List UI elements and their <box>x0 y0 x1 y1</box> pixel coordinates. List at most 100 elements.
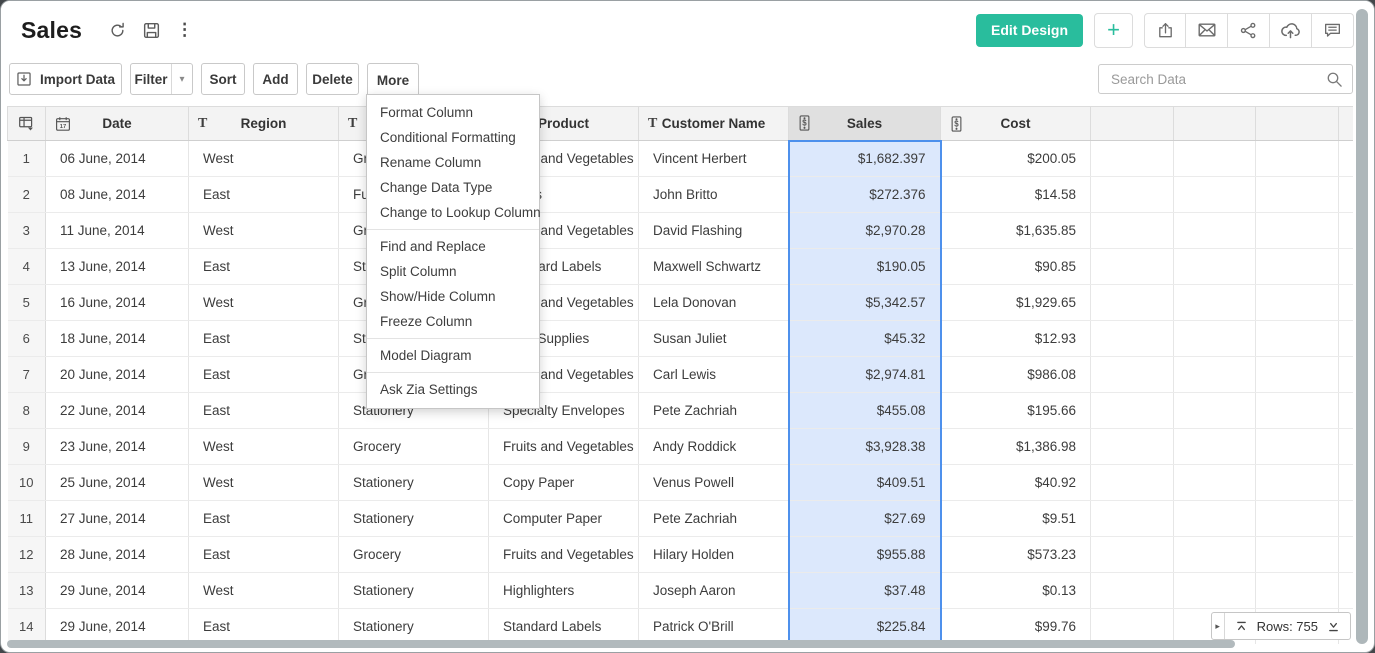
cell-empty-2[interactable] <box>1174 285 1256 321</box>
filter-button[interactable]: Filter <box>131 64 171 94</box>
cell-product[interactable]: Standard Labels <box>489 609 639 645</box>
cell-category[interactable]: Stationery <box>339 573 489 609</box>
menu-item-format-column[interactable]: Format Column <box>367 100 539 125</box>
menu-item-find-and-replace[interactable]: Find and Replace <box>367 234 539 259</box>
cell-region[interactable]: West <box>189 465 339 501</box>
more-options-icon[interactable]: ⋮ <box>176 20 193 40</box>
cell-empty-2[interactable] <box>1174 573 1256 609</box>
cell-region[interactable]: East <box>189 609 339 645</box>
cell-empty-3[interactable] <box>1256 249 1339 285</box>
menu-item-change-to-lookup-column[interactable]: Change to Lookup Column <box>367 200 539 225</box>
row-number[interactable]: 1 <box>8 141 46 177</box>
cell-empty-4[interactable] <box>1339 357 1354 393</box>
export-button[interactable] <box>1144 13 1186 48</box>
cell-customer-name[interactable]: Andy Roddick <box>639 429 789 465</box>
filter-dropdown-caret[interactable]: ▾ <box>171 64 192 94</box>
menu-item-change-data-type[interactable]: Change Data Type <box>367 175 539 200</box>
column-header-region[interactable]: TRegion <box>189 107 339 141</box>
cell-date[interactable]: 16 June, 2014 <box>46 285 189 321</box>
cell-sales[interactable]: $225.84 <box>789 609 941 645</box>
cell-date[interactable]: 23 June, 2014 <box>46 429 189 465</box>
cell-empty-2[interactable] <box>1174 465 1256 501</box>
cell-date[interactable]: 08 June, 2014 <box>46 177 189 213</box>
cell-empty-4[interactable] <box>1339 285 1354 321</box>
cell-empty-1[interactable] <box>1091 357 1174 393</box>
cell-empty-4[interactable] <box>1339 429 1354 465</box>
add-row-button[interactable]: Add <box>253 63 298 95</box>
horizontal-scrollbar[interactable] <box>7 640 1235 648</box>
cell-cost[interactable]: $986.08 <box>941 357 1091 393</box>
cell-customer-name[interactable]: Pete Zachriah <box>639 393 789 429</box>
cell-empty-2[interactable] <box>1174 141 1256 177</box>
search-input[interactable] <box>1099 72 1326 87</box>
cell-customer-name[interactable]: Susan Juliet <box>639 321 789 357</box>
cell-product[interactable]: Highlighters <box>489 573 639 609</box>
cell-empty-4[interactable] <box>1339 177 1354 213</box>
cell-sales[interactable]: $190.05 <box>789 249 941 285</box>
cell-empty-3[interactable] <box>1256 285 1339 321</box>
cell-region[interactable]: West <box>189 429 339 465</box>
cell-empty-4[interactable] <box>1339 573 1354 609</box>
cell-date[interactable]: 27 June, 2014 <box>46 501 189 537</box>
cell-sales[interactable]: $3,928.38 <box>789 429 941 465</box>
column-header-sales[interactable]: $Sales <box>789 107 941 141</box>
delete-button[interactable]: Delete <box>306 63 359 95</box>
cell-empty-2[interactable] <box>1174 249 1256 285</box>
cell-empty-3[interactable] <box>1256 573 1339 609</box>
cell-empty-1[interactable] <box>1091 177 1174 213</box>
cell-category[interactable]: Stationery <box>339 501 489 537</box>
menu-item-freeze-column[interactable]: Freeze Column <box>367 309 539 334</box>
column-header-rownum[interactable] <box>8 107 46 141</box>
cell-empty-3[interactable] <box>1256 465 1339 501</box>
cell-empty-3[interactable] <box>1256 141 1339 177</box>
cell-region[interactable]: West <box>189 213 339 249</box>
cell-date[interactable]: 18 June, 2014 <box>46 321 189 357</box>
cell-empty-3[interactable] <box>1256 177 1339 213</box>
cell-empty-3[interactable] <box>1256 321 1339 357</box>
cell-empty-2[interactable] <box>1174 213 1256 249</box>
cell-empty-1[interactable] <box>1091 537 1174 573</box>
edit-design-button[interactable]: Edit Design <box>976 14 1083 47</box>
cell-date[interactable]: 13 June, 2014 <box>46 249 189 285</box>
cell-cost[interactable]: $573.23 <box>941 537 1091 573</box>
cell-empty-2[interactable] <box>1174 537 1256 573</box>
collapse-handle-icon[interactable]: ▸ <box>1212 613 1225 639</box>
cell-customer-name[interactable]: Patrick O'Brill <box>639 609 789 645</box>
cell-empty-2[interactable] <box>1174 501 1256 537</box>
menu-item-ask-zia-settings[interactable]: Ask Zia Settings <box>367 377 539 402</box>
cell-product[interactable]: Fruits and Vegetables <box>489 429 639 465</box>
cell-empty-4[interactable] <box>1339 393 1354 429</box>
cell-sales[interactable]: $455.08 <box>789 393 941 429</box>
column-header-empty-1[interactable] <box>1091 107 1174 141</box>
cell-sales[interactable]: $45.32 <box>789 321 941 357</box>
save-icon[interactable] <box>142 21 161 40</box>
cell-cost[interactable]: $1,635.85 <box>941 213 1091 249</box>
cell-empty-1[interactable] <box>1091 573 1174 609</box>
cell-empty-1[interactable] <box>1091 609 1174 645</box>
cell-cost[interactable]: $12.93 <box>941 321 1091 357</box>
cell-empty-2[interactable] <box>1174 321 1256 357</box>
menu-item-conditional-formatting[interactable]: Conditional Formatting <box>367 125 539 150</box>
vertical-scrollbar[interactable] <box>1356 9 1368 644</box>
menu-item-show-hide-column[interactable]: Show/Hide Column <box>367 284 539 309</box>
cell-customer-name[interactable]: John Britto <box>639 177 789 213</box>
cell-sales[interactable]: $27.69 <box>789 501 941 537</box>
cell-product[interactable]: Copy Paper <box>489 465 639 501</box>
sort-button[interactable]: Sort <box>201 63 245 95</box>
cell-cost[interactable]: $99.76 <box>941 609 1091 645</box>
cell-date[interactable]: 29 June, 2014 <box>46 609 189 645</box>
row-number[interactable]: 8 <box>8 393 46 429</box>
cell-empty-4[interactable] <box>1339 501 1354 537</box>
row-number[interactable]: 10 <box>8 465 46 501</box>
column-header-empty-2[interactable] <box>1174 107 1256 141</box>
cell-product[interactable]: Fruits and Vegetables <box>489 537 639 573</box>
cell-cost[interactable]: $0.13 <box>941 573 1091 609</box>
more-button[interactable]: More <box>367 63 419 96</box>
column-header-empty-3[interactable] <box>1256 107 1339 141</box>
cell-cost[interactable]: $90.85 <box>941 249 1091 285</box>
cell-region[interactable]: East <box>189 501 339 537</box>
refresh-icon[interactable] <box>108 21 127 40</box>
row-number[interactable]: 7 <box>8 357 46 393</box>
cell-empty-4[interactable] <box>1339 321 1354 357</box>
cell-customer-name[interactable]: Carl Lewis <box>639 357 789 393</box>
